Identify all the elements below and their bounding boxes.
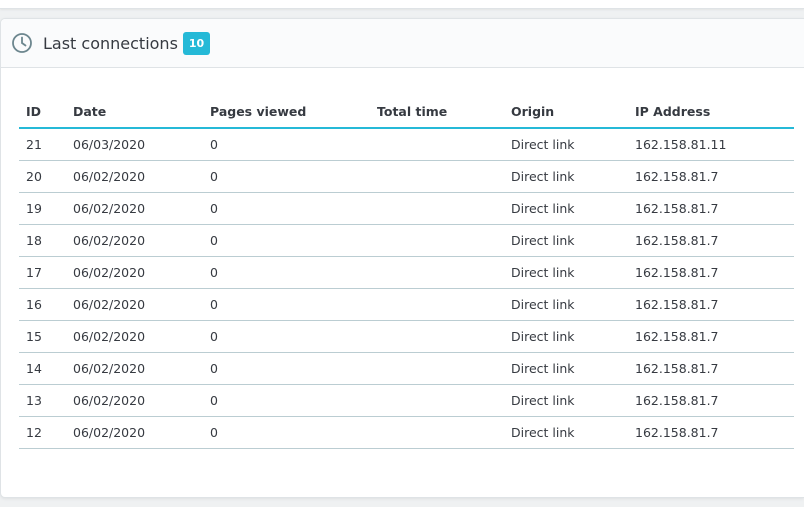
cell-total-time [370, 224, 504, 257]
cell-id: 14 [19, 352, 66, 385]
cell-origin: Direct link [504, 320, 628, 353]
cell-date: 06/02/2020 [66, 256, 203, 289]
cell-ip-address: 162.158.81.7 [628, 352, 794, 385]
column-header-date: Date [66, 96, 203, 129]
table-row: 13 06/02/2020 0 Direct link 162.158.81.7 [19, 384, 794, 417]
cell-total-time [370, 416, 504, 449]
column-header-total-time: Total time [370, 96, 504, 129]
cell-date: 06/02/2020 [66, 384, 203, 417]
cell-total-time [370, 288, 504, 321]
cell-id: 15 [19, 320, 66, 353]
table-row: 15 06/02/2020 0 Direct link 162.158.81.7 [19, 320, 794, 353]
cell-origin: Direct link [504, 352, 628, 385]
cell-pages-viewed: 0 [203, 128, 370, 161]
cell-ip-address: 162.158.81.7 [628, 416, 794, 449]
cell-origin: Direct link [504, 160, 628, 193]
cell-id: 16 [19, 288, 66, 321]
cell-pages-viewed: 0 [203, 352, 370, 385]
cell-ip-address: 162.158.81.7 [628, 384, 794, 417]
cell-ip-address: 162.158.81.7 [628, 320, 794, 353]
cell-total-time [370, 160, 504, 193]
panel-header: Last connections 10 [1, 19, 804, 68]
cell-ip-address: 162.158.81.7 [628, 224, 794, 257]
cell-pages-viewed: 0 [203, 224, 370, 257]
table-row: 21 06/03/2020 0 Direct link 162.158.81.11 [19, 128, 794, 161]
cell-origin: Direct link [504, 192, 628, 225]
cell-ip-address: 162.158.81.7 [628, 288, 794, 321]
cell-pages-viewed: 0 [203, 320, 370, 353]
table-row: 20 06/02/2020 0 Direct link 162.158.81.7 [19, 160, 794, 193]
cell-total-time [370, 384, 504, 417]
cell-date: 06/02/2020 [66, 224, 203, 257]
column-header-ip-address: IP Address [628, 96, 794, 129]
cell-ip-address: 162.158.81.7 [628, 160, 794, 193]
cell-id: 12 [19, 416, 66, 449]
table-row: 17 06/02/2020 0 Direct link 162.158.81.7 [19, 256, 794, 289]
cell-pages-viewed: 0 [203, 384, 370, 417]
cell-total-time [370, 256, 504, 289]
connections-table: ID Date Pages viewed Total time Origin I… [19, 96, 794, 449]
panel-title: Last connections [43, 33, 178, 53]
cell-ip-address: 162.158.81.7 [628, 256, 794, 289]
cell-origin: Direct link [504, 416, 628, 449]
table-row: 19 06/02/2020 0 Direct link 162.158.81.7 [19, 192, 794, 225]
table-row: 14 06/02/2020 0 Direct link 162.158.81.7 [19, 352, 794, 385]
table-row: 18 06/02/2020 0 Direct link 162.158.81.7 [19, 224, 794, 257]
cell-total-time [370, 320, 504, 353]
cell-date: 06/02/2020 [66, 320, 203, 353]
table-row: 16 06/02/2020 0 Direct link 162.158.81.7 [19, 288, 794, 321]
last-connections-panel: Last connections 10 ID Date Pages viewed… [0, 18, 804, 498]
cell-date: 06/02/2020 [66, 288, 203, 321]
cell-date: 06/02/2020 [66, 352, 203, 385]
cell-pages-viewed: 0 [203, 192, 370, 225]
cell-pages-viewed: 0 [203, 256, 370, 289]
cell-total-time [370, 352, 504, 385]
previous-panel-edge [0, 0, 804, 9]
clock-icon [11, 32, 33, 54]
cell-pages-viewed: 0 [203, 288, 370, 321]
column-header-pages-viewed: Pages viewed [203, 96, 370, 129]
cell-total-time [370, 192, 504, 225]
cell-id: 18 [19, 224, 66, 257]
cell-pages-viewed: 0 [203, 160, 370, 193]
connections-count-badge: 10 [182, 31, 211, 55]
cell-origin: Direct link [504, 256, 628, 289]
cell-id: 13 [19, 384, 66, 417]
column-header-id: ID [19, 96, 66, 129]
cell-origin: Direct link [504, 128, 628, 161]
cell-pages-viewed: 0 [203, 416, 370, 449]
connections-table-body: 21 06/03/2020 0 Direct link 162.158.81.11 20 0… [19, 128, 794, 449]
cell-date: 06/03/2020 [66, 128, 203, 161]
cell-id: 21 [19, 128, 66, 161]
cell-origin: Direct link [504, 384, 628, 417]
column-header-origin: Origin [504, 96, 628, 129]
cell-origin: Direct link [504, 288, 628, 321]
cell-origin: Direct link [504, 224, 628, 257]
cell-total-time [370, 128, 504, 161]
cell-date: 06/02/2020 [66, 160, 203, 193]
table-row: 12 06/02/2020 0 Direct link 162.158.81.7 [19, 416, 794, 449]
table-header-row: ID Date Pages viewed Total time Origin I… [19, 96, 794, 129]
cell-ip-address: 162.158.81.7 [628, 192, 794, 225]
cell-id: 20 [19, 160, 66, 193]
cell-date: 06/02/2020 [66, 192, 203, 225]
cell-id: 17 [19, 256, 66, 289]
cell-ip-address: 162.158.81.11 [628, 128, 794, 161]
cell-id: 19 [19, 192, 66, 225]
cell-date: 06/02/2020 [66, 416, 203, 449]
